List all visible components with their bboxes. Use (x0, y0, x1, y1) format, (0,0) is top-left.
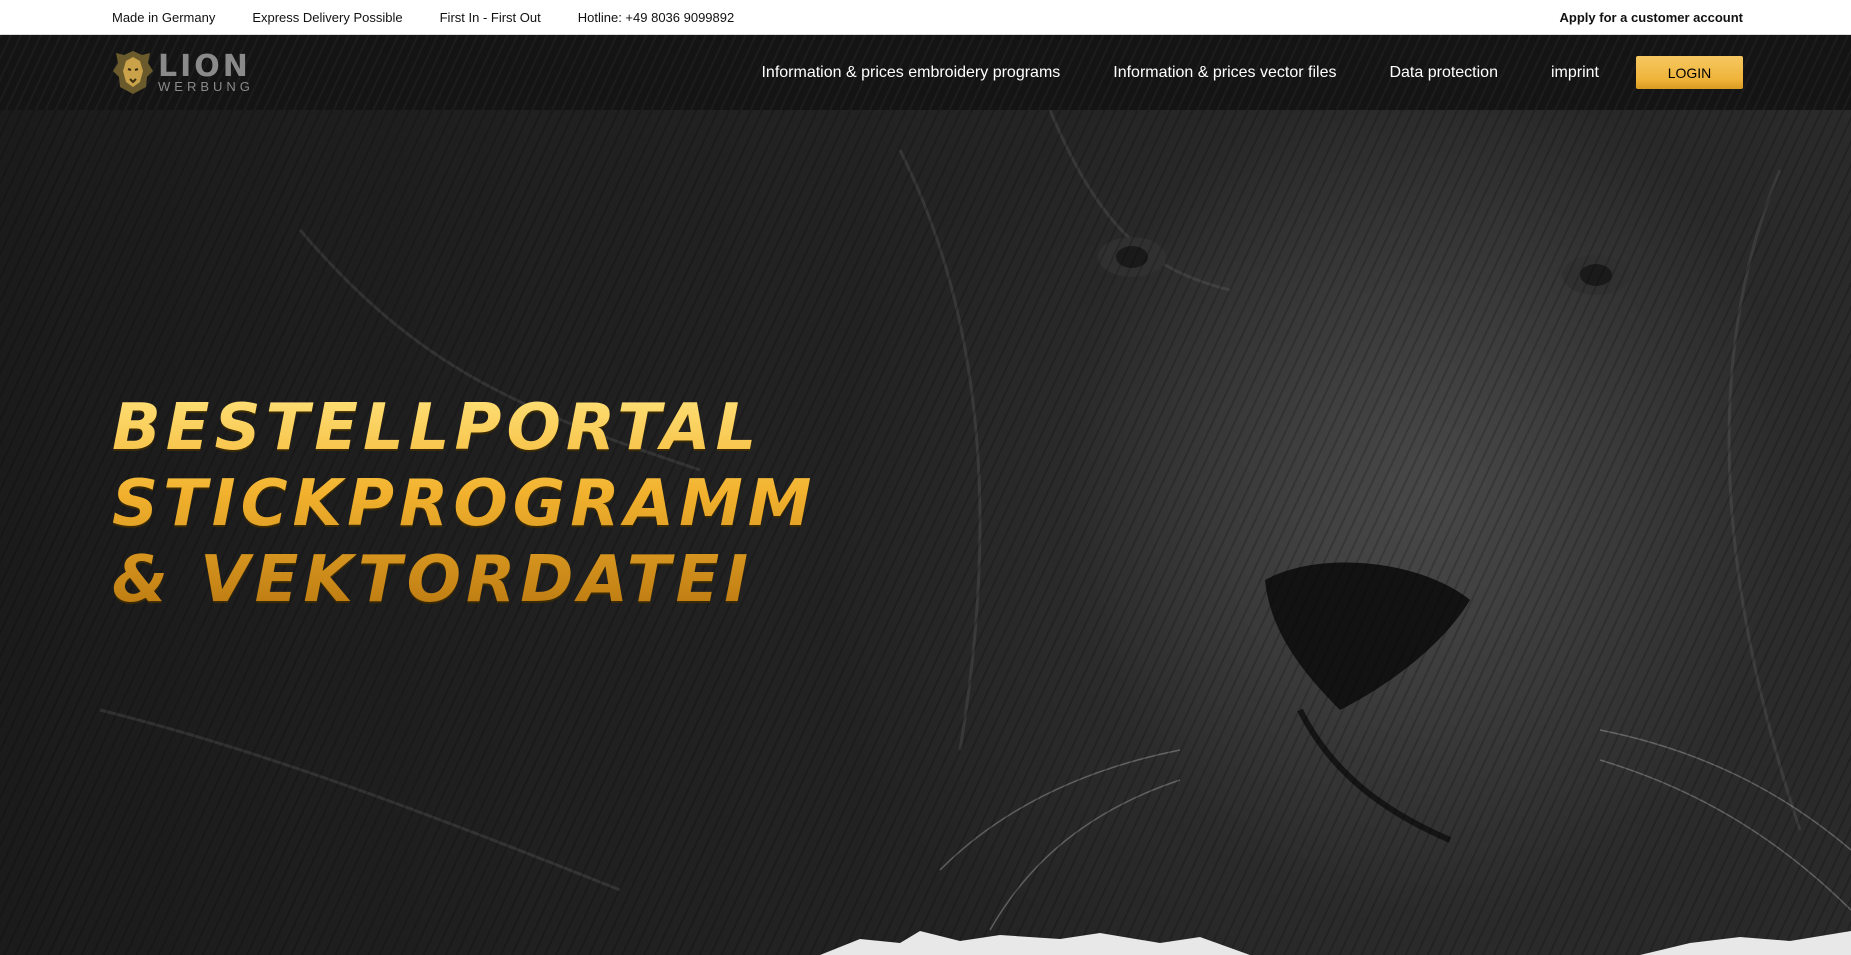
nav-data-protection[interactable]: Data protection (1389, 64, 1498, 82)
topbar-first-in-first-out: First In - First Out (439, 9, 541, 25)
lion-head-icon (113, 51, 153, 94)
hero-section: BESTELLPORTAL STICKPROGRAMM & VEKTORDATE… (0, 110, 1851, 955)
logo[interactable]: LION WERBUNG (112, 48, 254, 96)
main-navbar: LION WERBUNG Information & prices embroi… (0, 35, 1851, 110)
torn-paper-edge (820, 931, 1851, 955)
nav-embroidery-programs[interactable]: Information & prices embroidery programs (761, 64, 1060, 82)
nav-imprint[interactable]: imprint (1551, 64, 1599, 82)
nav-vector-files[interactable]: Information & prices vector files (1113, 64, 1336, 82)
topbar-made-in-germany: Made in Germany (112, 9, 216, 25)
topbar-express-delivery: Express Delivery Possible (252, 9, 403, 25)
topbar-info-list: Made in Germany Express Delivery Possibl… (112, 0, 771, 34)
hero-title-line-3: & VEKTORDATEI (112, 543, 753, 617)
hero-title-line-2: STICKPROGRAMM (112, 467, 817, 541)
logo-subtitle: WERBUNG (158, 78, 254, 94)
apply-customer-account-link[interactable]: Apply for a customer account (1560, 10, 1743, 25)
hero-title-line-1: BESTELLPORTAL (112, 391, 762, 465)
topbar-hotline[interactable]: Hotline: +49 8036 9099892 (578, 10, 735, 25)
hero-title: BESTELLPORTAL STICKPROGRAMM & VEKTORDATE… (112, 390, 1012, 618)
nav-links: Information & prices embroidery programs… (761, 35, 1743, 110)
logo-name: LION (158, 48, 251, 84)
top-info-bar: Made in Germany Express Delivery Possibl… (0, 0, 1851, 35)
login-button[interactable]: LOGIN (1636, 56, 1743, 89)
